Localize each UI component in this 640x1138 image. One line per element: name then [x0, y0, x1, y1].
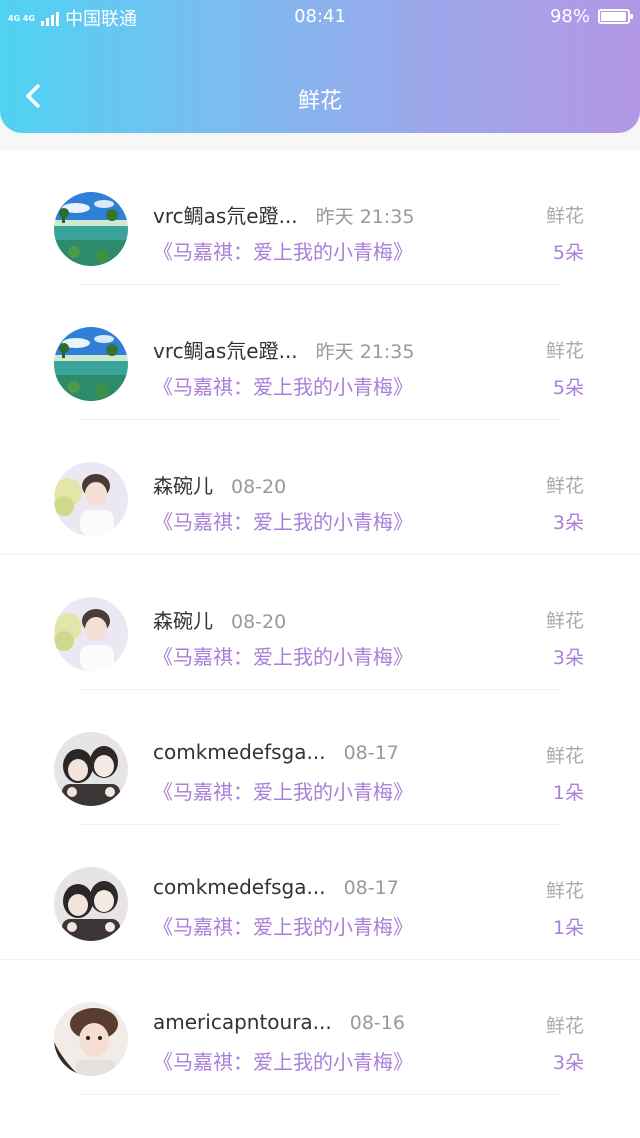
gift-count: 5朵	[552, 377, 584, 399]
user-name[interactable]: 森碗儿	[153, 470, 213, 499]
record-header: comkmedefsga... 08-17	[153, 740, 399, 764]
status-bar: 4G 4G 中国联通 08:41 98%	[0, 0, 640, 34]
user-name[interactable]: vrc鲷as氘e蹬...	[153, 200, 298, 229]
gift-type-label: 鲜花	[545, 610, 584, 632]
avatar[interactable]	[54, 1002, 128, 1076]
record-header: 森碗儿 08-20	[153, 470, 286, 499]
user-name[interactable]: americapntoura...	[153, 1010, 332, 1034]
divider	[80, 1094, 560, 1095]
gift-type-label: 鲜花	[545, 475, 584, 497]
two-girls-avatar	[54, 867, 128, 941]
list-item[interactable]: comkmedefsga... 08-17 《马嘉祺：爱上我的小青梅》 鲜花 1…	[0, 825, 640, 960]
user-name[interactable]: comkmedefsga...	[153, 740, 326, 764]
battery-icon	[598, 9, 633, 24]
gift-type-label: 鲜花	[545, 745, 584, 767]
selfie-avatar	[54, 1002, 128, 1076]
record-header: vrc鲷as氘e蹬... 昨天 21:35	[153, 200, 414, 229]
boy-portrait-avatar	[54, 462, 128, 536]
user-name[interactable]: 森碗儿	[153, 605, 213, 634]
page-title: 鲜花	[297, 89, 342, 114]
beach-island-avatar	[54, 327, 128, 401]
avatar[interactable]	[54, 192, 128, 266]
book-title-link[interactable]: 《马嘉祺：爱上我的小青梅》	[153, 236, 413, 265]
flower-record-list: vrc鲷as氘e蹬... 昨天 21:35 《马嘉祺：爱上我的小青梅》 鲜花 5…	[0, 150, 640, 1138]
gift-count: 3朵	[552, 647, 584, 669]
gift-count: 5朵	[552, 242, 584, 264]
record-time: 08-17	[343, 877, 399, 899]
boy-portrait-avatar	[54, 597, 128, 671]
user-name[interactable]: vrc鲷as氘e蹬...	[153, 335, 298, 364]
two-girls-avatar	[54, 732, 128, 806]
record-time: 08-17	[343, 742, 399, 764]
gift-count: 1朵	[552, 917, 584, 939]
screen: 4G 4G 中国联通 08:41 98% 鲜花 vrc鲷as氘e蹬... 昨天 …	[0, 0, 640, 1138]
gift-type-label: 鲜花	[545, 205, 584, 227]
avatar[interactable]	[54, 597, 128, 671]
gift-count: 3朵	[552, 512, 584, 534]
book-title-link[interactable]: 《马嘉祺：爱上我的小青梅》	[153, 641, 413, 670]
battery-fill	[601, 12, 627, 21]
record-header: vrc鲷as氘e蹬... 昨天 21:35	[153, 335, 414, 364]
nav-bar: 鲜花	[0, 60, 640, 132]
status-time: 08:41	[294, 6, 346, 27]
gift-type-label: 鲜花	[545, 880, 584, 902]
gift-type-label: 鲜花	[545, 340, 584, 362]
gift-count: 3朵	[552, 1052, 584, 1074]
list-item[interactable]: 森碗儿 08-20 《马嘉祺：爱上我的小青梅》 鲜花 3朵	[0, 555, 640, 690]
book-title-link[interactable]: 《马嘉祺：爱上我的小青梅》	[153, 1046, 413, 1075]
list-item[interactable]: 森碗儿 08-20 《马嘉祺：爱上我的小青梅》 鲜花 3朵	[0, 420, 640, 555]
record-time: 昨天 21:35	[315, 206, 415, 228]
status-right: 98%	[549, 6, 633, 27]
list-item[interactable]: vrc鲷as氘e蹬... 昨天 21:35 《马嘉祺：爱上我的小青梅》 鲜花 5…	[0, 150, 640, 285]
record-header: 森碗儿 08-20	[153, 605, 286, 634]
record-header: americapntoura... 08-16	[153, 1010, 405, 1034]
book-title-link[interactable]: 《马嘉祺：爱上我的小青梅》	[153, 371, 413, 400]
beach-island-avatar	[54, 192, 128, 266]
record-time: 昨天 21:35	[315, 341, 415, 363]
header: 4G 4G 中国联通 08:41 98% 鲜花	[0, 0, 640, 133]
gift-count: 1朵	[552, 782, 584, 804]
avatar[interactable]	[54, 462, 128, 536]
book-title-link[interactable]: 《马嘉祺：爱上我的小青梅》	[153, 506, 413, 535]
battery-percent: 98%	[549, 6, 590, 27]
avatar[interactable]	[54, 732, 128, 806]
record-header: comkmedefsga... 08-17	[153, 875, 399, 899]
record-time: 08-20	[231, 611, 287, 633]
record-time: 08-16	[349, 1012, 405, 1034]
avatar[interactable]	[54, 867, 128, 941]
list-item[interactable]: comkmedefsga... 08-17 《马嘉祺：爱上我的小青梅》 鲜花 1…	[0, 690, 640, 825]
avatar[interactable]	[54, 327, 128, 401]
user-name[interactable]: comkmedefsga...	[153, 875, 326, 899]
book-title-link[interactable]: 《马嘉祺：爱上我的小青梅》	[153, 911, 413, 940]
gift-type-label: 鲜花	[545, 1015, 584, 1037]
list-item[interactable]: vrc鲷as氘e蹬... 昨天 21:35 《马嘉祺：爱上我的小青梅》 鲜花 5…	[0, 285, 640, 420]
book-title-link[interactable]: 《马嘉祺：爱上我的小青梅》	[153, 776, 413, 805]
list-item[interactable]: americapntoura... 08-16 《马嘉祺：爱上我的小青梅》 鲜花…	[0, 960, 640, 1095]
record-time: 08-20	[231, 476, 287, 498]
